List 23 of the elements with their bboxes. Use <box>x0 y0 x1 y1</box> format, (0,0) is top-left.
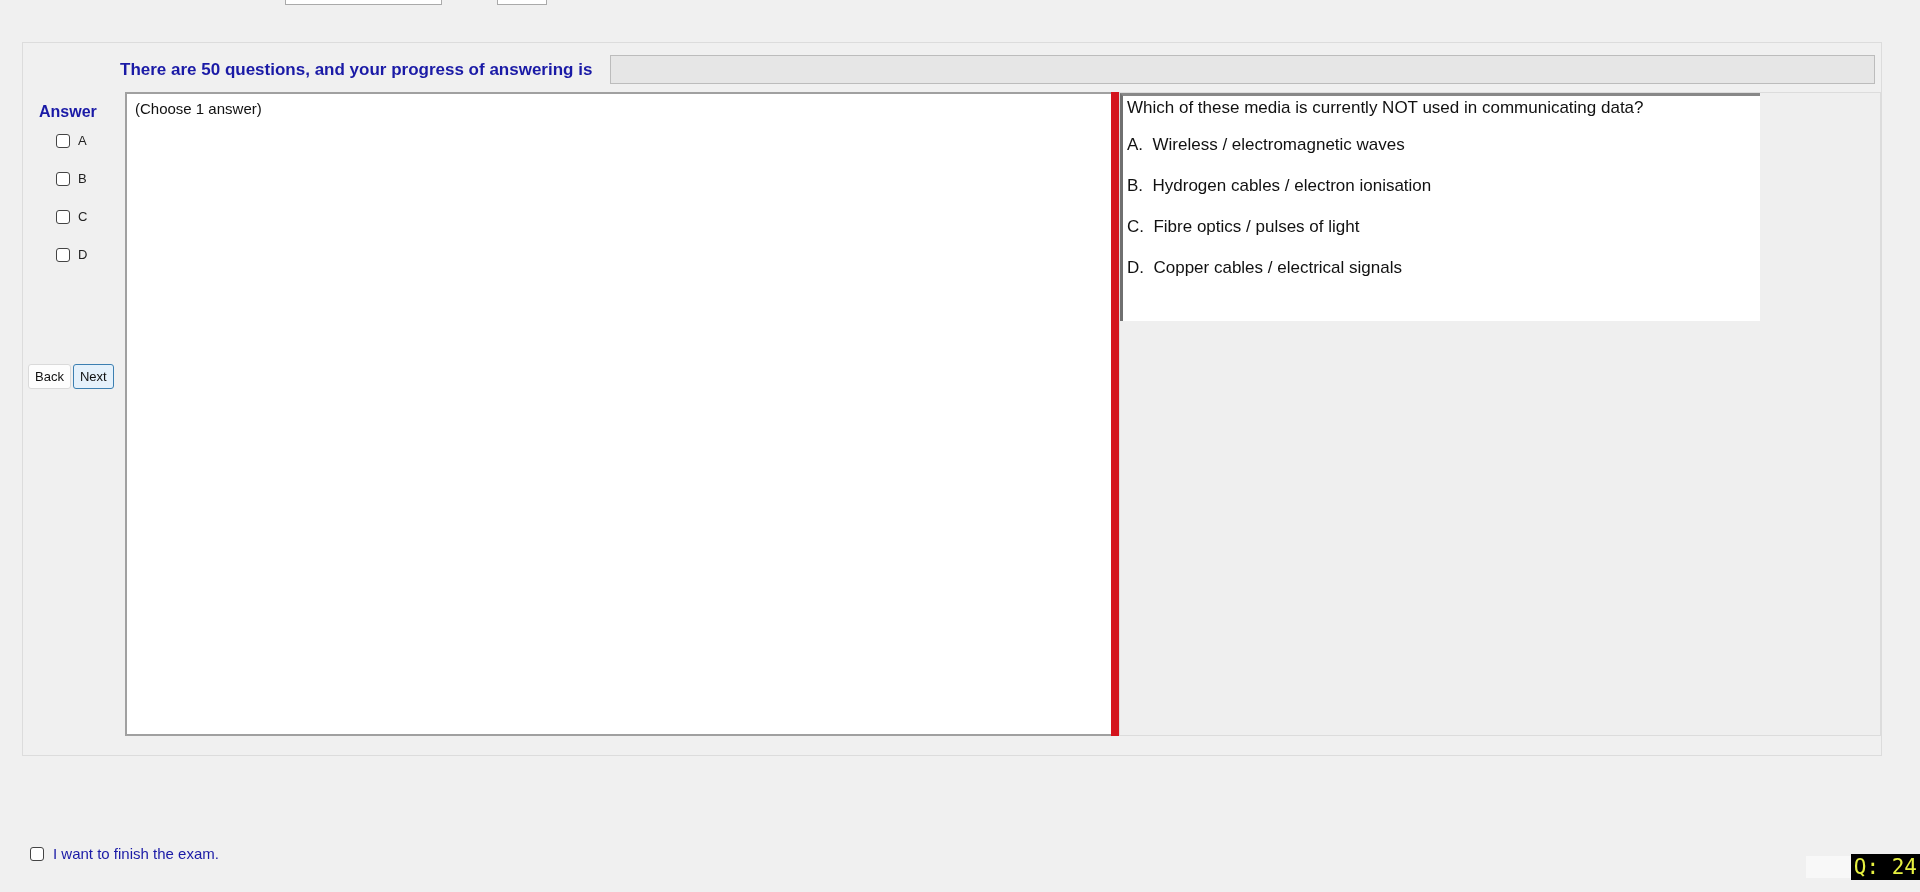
checkbox[interactable] <box>56 247 70 262</box>
checkbox[interactable] <box>56 133 70 148</box>
option-label: B <box>78 171 87 186</box>
option-label: C <box>78 209 88 224</box>
answer-text-area[interactable]: (Choose 1 answer) <box>125 92 1111 736</box>
answer-hint: (Choose 1 answer) <box>135 100 262 117</box>
option-label: A <box>78 133 87 148</box>
checkbox[interactable] <box>56 209 70 224</box>
question-number-badge: Q: 24 <box>1850 854 1920 880</box>
choice-text: A. Wireless / electromagnetic waves <box>1127 135 1406 155</box>
finish-label: I want to finish the exam. <box>53 845 219 862</box>
checkbox[interactable] <box>56 171 70 186</box>
choice-text: D. Copper cables / electrical signals <box>1127 258 1403 278</box>
back-button[interactable]: Back <box>28 364 71 389</box>
choice-text: B. Hydrogen cables / electron ionisation <box>1127 176 1433 196</box>
question-text: Which of these media is currently NOT used in communicating data? <box>1127 98 1645 118</box>
next-button[interactable]: Next <box>72 364 114 389</box>
input-field[interactable] <box>1805 856 1851 878</box>
progress-label: There are 50 questions, and your progress of answering is <box>120 59 593 80</box>
answer-label: Answer <box>39 103 97 121</box>
option-label: D <box>78 247 88 262</box>
checkbox[interactable] <box>30 846 44 861</box>
choice-text: C. Fibre optics / pulses of light <box>1127 217 1361 237</box>
